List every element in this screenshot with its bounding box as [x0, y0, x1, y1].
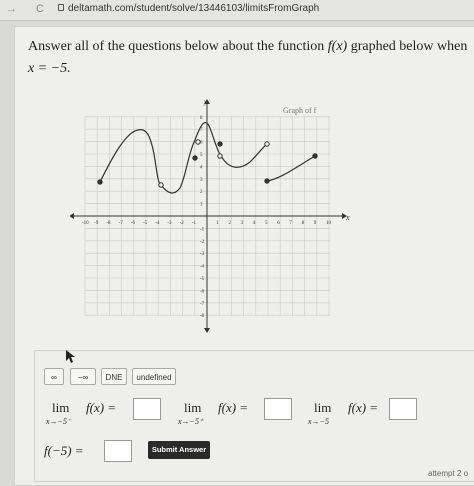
- x-tick-label: 6: [277, 221, 280, 226]
- right-limit-answer-input[interactable]: [264, 398, 292, 420]
- x-tick-label: -2: [180, 221, 185, 226]
- y-axis-arrow-down: [204, 328, 210, 333]
- curve-segment-4: [266, 155, 316, 182]
- closed-dot-5: [312, 153, 318, 159]
- lock-icon: [58, 4, 64, 11]
- y-tick-label: -8: [200, 314, 205, 319]
- graph-axes: [70, 99, 347, 333]
- closed-dot-4: [264, 178, 270, 184]
- y-tick-label: -7: [200, 302, 205, 307]
- graph-title: Graph of f: [283, 106, 317, 115]
- lim-word: lim: [184, 400, 202, 415]
- x-tick-label: 10: [326, 221, 332, 226]
- y-tick-label: -3: [200, 252, 205, 257]
- address-bar[interactable]: deltamath.com/student/solve/13446103/lim…: [68, 3, 319, 14]
- y-tick-label: -4: [200, 265, 205, 270]
- x-tick-label: 2: [228, 221, 231, 226]
- dne-button[interactable]: DNE: [101, 368, 127, 385]
- x-tick-label: -8: [106, 221, 111, 226]
- submit-answer-button[interactable]: Submit Answer: [148, 441, 210, 459]
- x-tick-label: 1: [216, 221, 219, 226]
- x-tick-label: 8: [302, 221, 305, 226]
- open-dot-1: [158, 182, 164, 188]
- two-sided-limit-subscript: x→−5: [308, 417, 329, 426]
- x-tick-label: 3: [241, 221, 244, 226]
- left-limit-subscript: x→−5⁻: [46, 417, 72, 426]
- negative-infinity-button[interactable]: −∞: [70, 368, 96, 385]
- mouse-cursor-icon: [66, 350, 75, 363]
- fx-equals: f(x) =: [86, 400, 117, 415]
- lim-word: lim: [314, 400, 332, 415]
- closed-dot-1: [97, 179, 103, 185]
- back-icon[interactable]: →: [6, 3, 17, 15]
- undefined-button[interactable]: undefined: [132, 368, 176, 385]
- y-tick-labels: 87654321-1-2-3-4-5-6-7-8: [200, 116, 205, 319]
- question-part-2: graphed below when: [347, 39, 468, 54]
- left-limit-answer-input[interactable]: [133, 398, 161, 420]
- function-graph: -10 -9 -8 -7 -6 -5 -4 -3 -2 -1 1 2 3 4 5 6 7 8 9 10 8765432…: [70, 98, 350, 333]
- function-value-answer-input[interactable]: [104, 440, 132, 462]
- x-tick-label: -3: [167, 221, 172, 226]
- attempt-counter: attempt 2 o: [428, 469, 469, 478]
- closed-dot-3: [217, 141, 223, 147]
- y-tick-label: -6: [200, 289, 205, 294]
- infinity-button[interactable]: ∞: [44, 368, 64, 385]
- open-dot-3: [217, 153, 223, 159]
- right-limit-subscript: x→−5⁺: [178, 417, 204, 426]
- reload-icon[interactable]: C: [36, 3, 44, 15]
- question-part-1: Answer all of the questions below about …: [28, 39, 328, 54]
- question-function: f(x): [327, 39, 348, 54]
- x-tick-label: 9: [314, 221, 317, 226]
- y-tick-label: -2: [200, 240, 205, 245]
- question-line-2: x = −5.: [28, 61, 71, 76]
- function-value-label: f(−5) =: [44, 443, 84, 458]
- question-text: Answer all of the questions below about …: [28, 36, 472, 80]
- y-tick-label: -5: [200, 277, 205, 282]
- x-tick-label: -10: [82, 221, 89, 226]
- y-tick-label: -1: [200, 227, 205, 232]
- fx-equals: f(x) =: [218, 400, 249, 415]
- x-tick-label: 4: [253, 221, 256, 226]
- two-sided-limit-answer-input[interactable]: [389, 398, 417, 420]
- x-tick-label: 5: [265, 221, 268, 226]
- open-dot-4: [264, 141, 270, 147]
- x-tick-label: -4: [155, 221, 160, 226]
- x-tick-label: 7: [289, 221, 292, 226]
- open-dot-2: [195, 139, 201, 145]
- x-tick-label: -6: [131, 221, 136, 226]
- x-tick-label: -5: [143, 221, 148, 226]
- closed-dot-2: [192, 155, 198, 161]
- fx-equals: f(x) =: [348, 400, 379, 415]
- lim-word: lim: [52, 400, 70, 415]
- x-tick-label: -1: [192, 221, 197, 226]
- x-tick-label: -7: [119, 221, 124, 226]
- x-tick-label: -9: [94, 221, 99, 226]
- browser-toolbar: → C deltamath.com/student/solve/13446103…: [0, 0, 474, 21]
- x-axis-arrow-left: [70, 213, 74, 219]
- x-axis-label: x: [345, 213, 350, 222]
